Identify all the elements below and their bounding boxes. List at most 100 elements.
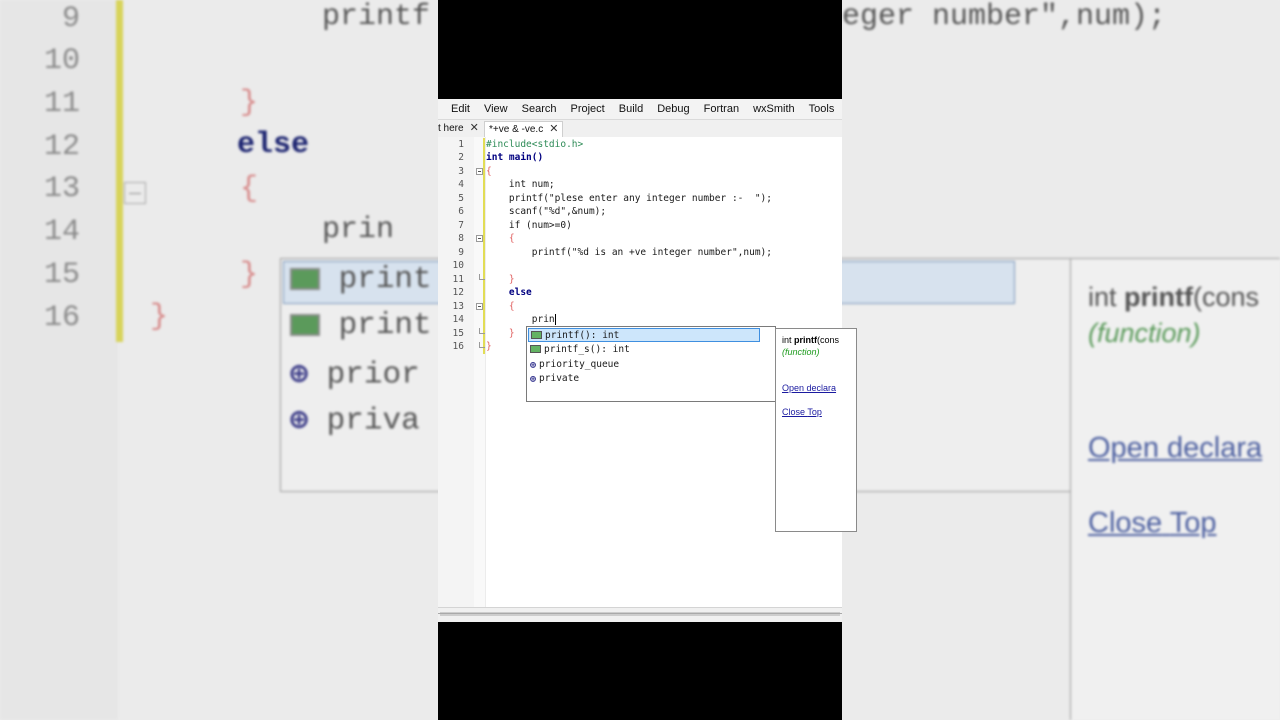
code-line-7: if (num>=0) xyxy=(486,220,572,231)
function-icon xyxy=(290,267,320,290)
tab-start-here[interactable]: t here ✕ xyxy=(438,121,479,137)
code-line-14: prin xyxy=(486,314,556,325)
bg-line-number: 13 xyxy=(43,172,80,206)
bg-line-number: 11 xyxy=(43,87,80,121)
line-number: 9 xyxy=(458,247,464,258)
code-line-16: } xyxy=(486,341,492,352)
code-text: printf("%d is an +ve integer number",num… xyxy=(486,247,772,258)
menu-fortran[interactable]: Fortran xyxy=(698,103,747,115)
bg-tooltip-open-link: Open declara xyxy=(1088,432,1263,464)
menu-tools[interactable]: Tools xyxy=(803,103,842,115)
code-text: } xyxy=(486,341,492,352)
code-text: } xyxy=(486,274,515,285)
documentation-tooltip: int printf(cons (function) Open declara … xyxy=(775,328,857,532)
top-link[interactable]: Top xyxy=(807,407,822,417)
class-icon: ⊕ xyxy=(290,359,309,393)
code-line-8: { xyxy=(486,233,515,244)
menu-view[interactable]: View xyxy=(478,103,516,115)
menu-edit[interactable]: Edit xyxy=(438,103,478,115)
editor-bottom-border xyxy=(438,613,842,614)
autocomplete-item-priority-queue[interactable]: ⊕ priority_queue xyxy=(528,358,760,372)
code-text: { xyxy=(486,301,515,312)
bg-line-number: 15 xyxy=(43,258,80,292)
line-number: 7 xyxy=(458,220,464,231)
code-text: } xyxy=(486,328,515,339)
bg-line-number: 10 xyxy=(43,44,80,78)
line-number: 3 xyxy=(458,166,464,177)
code-text: int main() xyxy=(486,152,544,163)
close-icon[interactable]: ✕ xyxy=(549,123,558,135)
bg-code-brace: } xyxy=(240,86,259,120)
horizontal-scrollbar[interactable] xyxy=(438,607,842,622)
code-text: scanf("%d",&num); xyxy=(486,206,607,217)
code-text: else xyxy=(486,287,532,298)
function-icon xyxy=(290,313,320,336)
line-number: 13 xyxy=(452,301,464,312)
menu-wxsmith[interactable]: wxSmith xyxy=(747,103,803,115)
code-line-5: printf("plese enter any integer number :… xyxy=(486,193,772,204)
line-number: 16 xyxy=(452,341,464,352)
fold-end-marker xyxy=(479,274,485,280)
fold-toggle-icon[interactable] xyxy=(476,235,483,242)
bg-fold-toggle xyxy=(124,182,146,204)
line-number: 8 xyxy=(458,233,464,244)
tab-label: t here xyxy=(438,123,464,134)
autocomplete-item-printf[interactable]: printf(): int xyxy=(528,328,760,342)
bg-code-printf: printf xyxy=(322,0,431,34)
bg-autocomplete-item: ⊕ prior xyxy=(290,357,420,393)
tooltip-signature: int printf(cons xyxy=(782,335,840,345)
line-number: 2 xyxy=(458,152,464,163)
bg-line-number: 16 xyxy=(43,301,80,335)
code-text: { xyxy=(486,166,492,177)
class-icon: ⊕ xyxy=(530,360,537,371)
tab-active-file[interactable]: *+ve & -ve.c ✕ xyxy=(484,121,564,137)
fold-toggle-icon[interactable] xyxy=(476,303,483,310)
bg-line-number: 12 xyxy=(43,130,80,164)
function-icon xyxy=(531,331,542,339)
fold-end-marker xyxy=(479,328,485,334)
line-number: 6 xyxy=(458,206,464,217)
line-number: 5 xyxy=(458,193,464,204)
bg-change-bar xyxy=(116,0,123,342)
class-icon: ⊕ xyxy=(530,374,537,385)
bg-code-else: else xyxy=(237,128,310,162)
close-link[interactable]: Close xyxy=(782,407,805,417)
line-number: 10 xyxy=(452,260,464,271)
code-line-1: #include<stdio.h> xyxy=(486,139,583,150)
line-number: 15 xyxy=(452,328,464,339)
bg-code-typed: prin xyxy=(322,213,395,247)
line-number-gutter: 1 2 3 4 5 6 7 8 9 10 11 12 13 14 15 16 xyxy=(438,137,474,607)
code-text: #include<stdio.h> xyxy=(486,139,584,150)
menu-project[interactable]: Project xyxy=(564,103,612,115)
autocomplete-item-private[interactable]: ⊕ private xyxy=(528,372,760,386)
bg-line-number: 14 xyxy=(43,215,80,249)
bg-line-number: 9 xyxy=(61,2,80,36)
tooltip-links: Close Top xyxy=(782,407,822,417)
fold-end-marker xyxy=(479,342,485,348)
class-icon: ⊕ xyxy=(290,405,309,439)
menu-debug[interactable]: Debug xyxy=(651,103,697,115)
bg-code-brace: { xyxy=(240,172,259,206)
code-line-15: } xyxy=(486,328,515,339)
line-number: 4 xyxy=(458,179,464,190)
code-line-2: int main() xyxy=(486,152,543,163)
code-text: int num; xyxy=(486,179,555,190)
code-line-12: else xyxy=(486,287,532,298)
bg-tooltip-close-link: Close Top xyxy=(1088,507,1217,539)
menu-search[interactable]: Search xyxy=(516,103,565,115)
menu-bar: Edit View Search Project Build Debug For… xyxy=(438,99,842,120)
autocomplete-item-printf-s[interactable]: printf_s(): int xyxy=(528,343,760,357)
change-marker-bar xyxy=(483,138,485,354)
menu-build[interactable]: Build xyxy=(613,103,651,115)
code-text: prin xyxy=(486,314,555,325)
tooltip-kind: (function) xyxy=(782,347,820,357)
text-cursor xyxy=(554,314,556,325)
code-line-4: int num; xyxy=(486,179,555,190)
bg-tooltip-kind: (function) xyxy=(1088,318,1201,348)
close-icon[interactable]: ✕ xyxy=(470,122,479,134)
open-declaration-link[interactable]: Open declara xyxy=(782,383,836,393)
code-line-11: } xyxy=(486,274,515,285)
line-number: 12 xyxy=(452,287,464,298)
editor-tab-bar: t here ✕ *+ve & -ve.c ✕ xyxy=(438,120,842,138)
fold-toggle-icon[interactable] xyxy=(476,168,483,175)
